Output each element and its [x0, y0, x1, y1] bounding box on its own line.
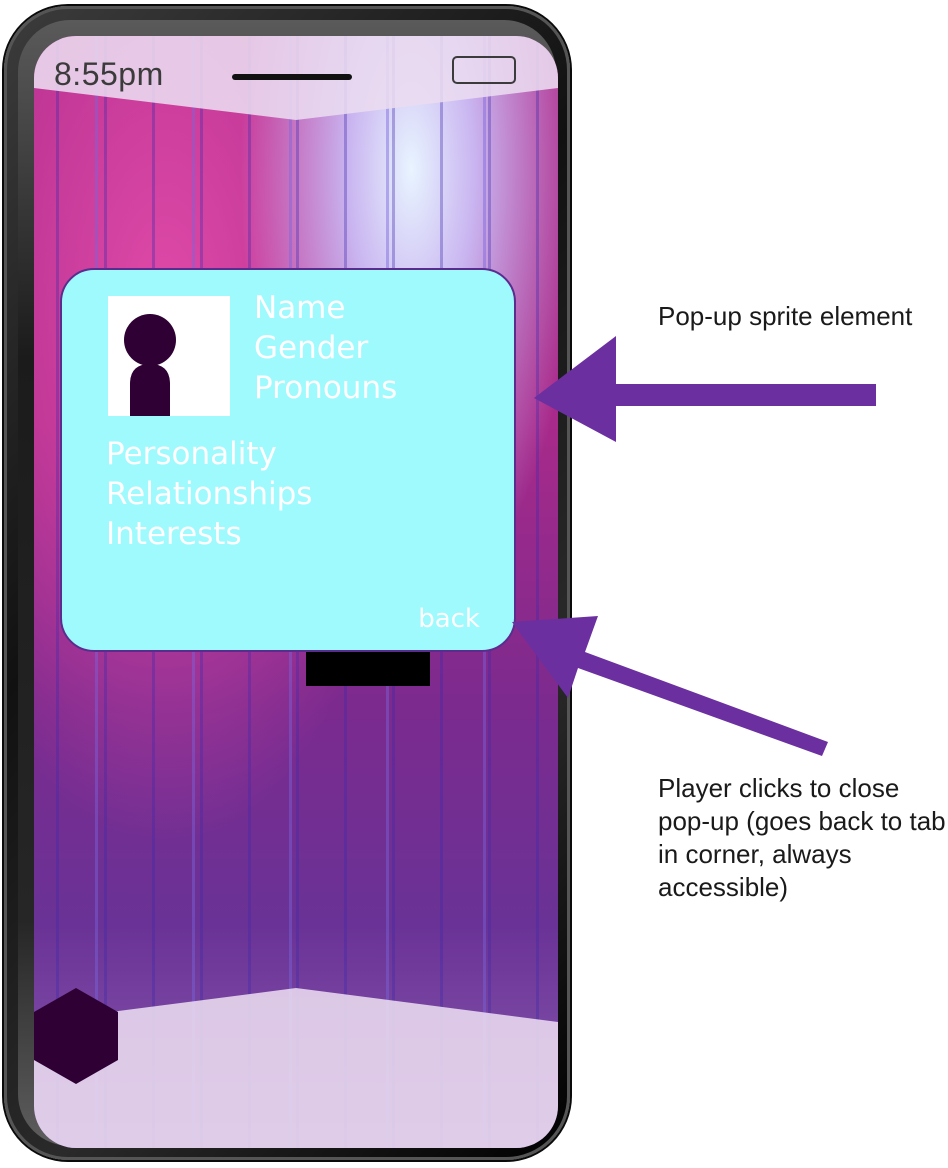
- popup-annotation: Pop-up sprite element: [658, 301, 913, 331]
- popup-arrow-icon: [534, 336, 876, 442]
- annotation-arrows: [512, 336, 876, 756]
- back-annotation: Player clicks to close pop-up (goes back…: [658, 773, 946, 902]
- back-arrow-icon: [512, 616, 828, 756]
